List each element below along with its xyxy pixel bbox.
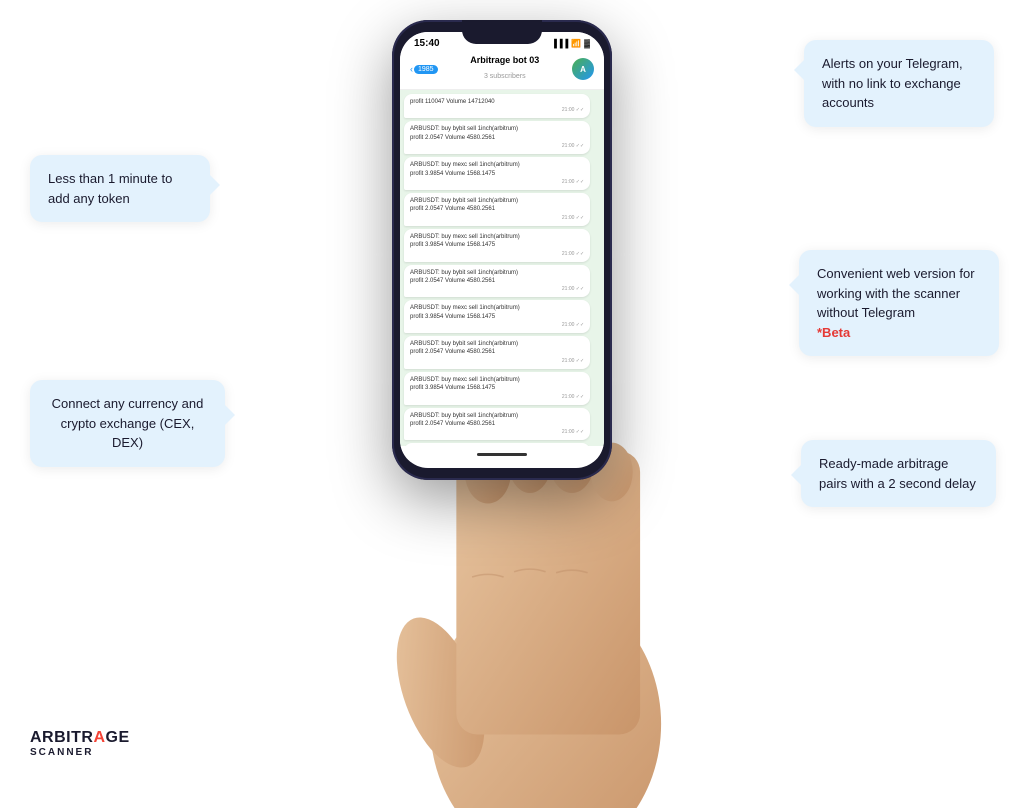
chat-message-2: ARBUSDT: buy mexc sell 1inch(arbitrum)pr… — [404, 157, 590, 190]
message-text-2: ARBUSDT: buy mexc sell 1inch(arbitrum)pr… — [410, 162, 520, 176]
logo-main-text: ARBITRAGE — [30, 729, 130, 747]
bubble-bottom-right-text: Ready-made arbitrage pairs with a 2 seco… — [819, 456, 976, 491]
bubble-bottom-left-text: Connect any currency and crypto exchange… — [52, 396, 204, 450]
chat-message-3: ARBUSDT: buy bybit sell 1inch(arbitrum)p… — [404, 193, 590, 226]
chat-title: Arbitrage bot 03 — [444, 55, 566, 65]
bubble-mid-right: Convenient web version for working with … — [799, 250, 999, 356]
message-text-9: ARBUSDT: buy bybit sell 1inch(arbitrum)p… — [410, 413, 518, 427]
bubble-top-right-text: Alerts on your Telegram, with no link to… — [822, 56, 963, 110]
wifi-icon: 📶 — [571, 39, 581, 48]
bubble-top-left-text: Less than 1 minute to add any token — [48, 171, 172, 206]
battery-icon: ▓ — [584, 39, 590, 48]
back-button[interactable]: ‹ 1985 — [410, 64, 438, 74]
message-text-1: ARBUSDT: buy bybit sell 1inch(arbitrum)p… — [410, 126, 518, 140]
message-time-6: 21:00 ✓✓ — [410, 322, 584, 329]
message-time-4: 21:00 ✓✓ — [410, 251, 584, 258]
message-text-6: ARBUSDT: buy mexc sell 1inch(arbitrum)pr… — [410, 305, 520, 319]
chat-subtitle: 3 subscribers — [484, 73, 526, 80]
message-text-0: profit 110047 Volume 14712040 — [410, 99, 495, 105]
message-time-2: 21:00 ✓✓ — [410, 179, 584, 186]
logo: ARBITRAGE SCANNER — [30, 729, 130, 758]
logo-highlight-a: A — [93, 729, 105, 746]
home-bar-line — [477, 453, 527, 456]
scene: 15:40 ▐▐▐ 📶 ▓ ‹ 1985 Arbitrage bot 03 — [0, 0, 1024, 778]
message-time-3: 21:00 ✓✓ — [410, 215, 584, 222]
status-icons: ▐▐▐ 📶 ▓ — [551, 39, 590, 48]
chat-message-4: ARBUSDT: buy mexc sell 1inch(arbitrum)pr… — [404, 229, 590, 262]
chat-message-8: ARBUSDT: buy mexc sell 1inch(arbitrum)pr… — [404, 372, 590, 405]
beta-label: *Beta — [817, 325, 850, 340]
status-time: 15:40 — [414, 38, 440, 49]
bubble-top-left: Less than 1 minute to add any token — [30, 155, 210, 222]
back-chevron-icon: ‹ — [410, 64, 413, 74]
chat-message-5: ARBUSDT: buy bybit sell 1inch(arbitrum)p… — [404, 265, 590, 298]
chat-message-10: ARBUSDT: buy mexc sell 1inch(arbitrum)pr… — [404, 443, 590, 446]
bubble-bottom-left: Connect any currency and crypto exchange… — [30, 380, 225, 467]
logo-sub-text: SCANNER — [30, 747, 93, 758]
bubble-top-right: Alerts on your Telegram, with no link to… — [804, 40, 994, 127]
phone-notch — [462, 20, 542, 44]
message-time-7: 21:00 ✓✓ — [410, 358, 584, 365]
chat-avatar: A — [572, 58, 594, 80]
message-text-7: ARBUSDT: buy bybit sell 1inch(arbitrum)p… — [410, 341, 518, 355]
bubble-mid-right-text: Convenient web version for working with … — [817, 266, 975, 320]
message-text-3: ARBUSDT: buy bybit sell 1inch(arbitrum)p… — [410, 198, 518, 212]
chat-message-0: profit 110047 Volume 14712040 21:00 ✓✓ — [404, 94, 590, 118]
message-text-8: ARBUSDT: buy mexc sell 1inch(arbitrum)pr… — [410, 377, 520, 391]
chat-message-1: ARBUSDT: buy bybit sell 1inch(arbitrum)p… — [404, 121, 590, 154]
message-time-9: 21:00 ✓✓ — [410, 429, 584, 436]
signal-icon: ▐▐▐ — [551, 39, 568, 48]
phone: 15:40 ▐▐▐ 📶 ▓ ‹ 1985 Arbitrage bot 03 — [392, 20, 612, 480]
message-time-5: 21:00 ✓✓ — [410, 286, 584, 293]
phone-screen: 15:40 ▐▐▐ 📶 ▓ ‹ 1985 Arbitrage bot 03 — [400, 32, 604, 468]
bubble-bottom-right: Ready-made arbitrage pairs with a 2 seco… — [801, 440, 996, 507]
chat-message-7: ARBUSDT: buy bybit sell 1inch(arbitrum)p… — [404, 336, 590, 369]
chat-message-9: ARBUSDT: buy bybit sell 1inch(arbitrum)p… — [404, 408, 590, 441]
message-time-1: 21:00 ✓✓ — [410, 143, 584, 150]
telegram-header: ‹ 1985 Arbitrage bot 03 3 subscribers A — [400, 51, 604, 90]
phone-wrapper: 15:40 ▐▐▐ 📶 ▓ ‹ 1985 Arbitrage bot 03 — [392, 20, 612, 480]
message-time-0: 21:00 ✓✓ — [410, 107, 584, 114]
message-time-8: 21:00 ✓✓ — [410, 394, 584, 401]
home-bar — [400, 446, 604, 462]
message-text-5: ARBUSDT: buy bybit sell 1inch(arbitrum)p… — [410, 270, 518, 284]
chat-area: profit 110047 Volume 14712040 21:00 ✓✓ A… — [400, 90, 604, 446]
chat-title-area: Arbitrage bot 03 3 subscribers — [444, 55, 566, 83]
chat-message-6: ARBUSDT: buy mexc sell 1inch(arbitrum)pr… — [404, 300, 590, 333]
message-text-4: ARBUSDT: buy mexc sell 1inch(arbitrum)pr… — [410, 234, 520, 248]
back-count: 1985 — [414, 65, 438, 74]
